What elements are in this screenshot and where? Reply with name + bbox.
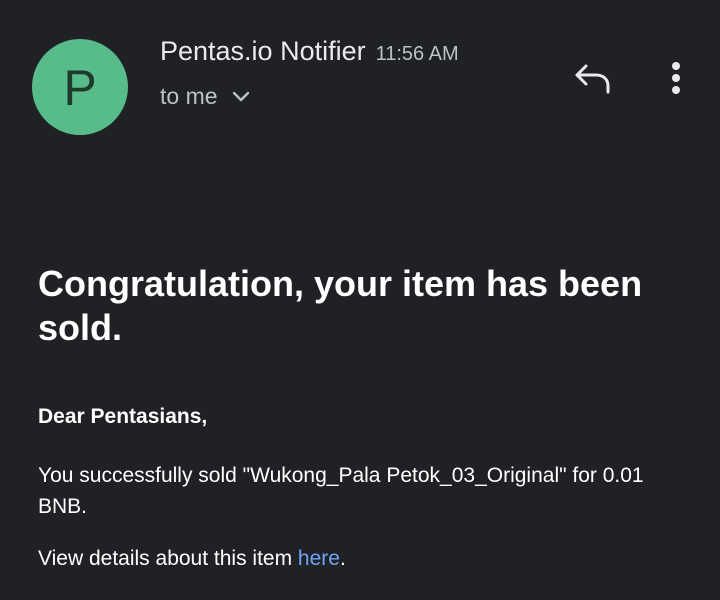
- details-suffix: .: [339, 547, 346, 570]
- avatar-letter: P: [63, 60, 97, 116]
- recipient-details-toggle[interactable]: to me: [160, 83, 250, 110]
- chevron-down-icon[interactable]: [232, 91, 250, 103]
- email-view: P Pentas.io Notifier 11:56 AM to me Cong…: [0, 0, 720, 600]
- more-options-button[interactable]: [656, 58, 696, 102]
- sender-avatar[interactable]: P: [32, 39, 128, 135]
- email-headline: Congratulation, your item has been sold.: [38, 263, 643, 348]
- sender-line: Pentas.io Notifier 11:56 AM: [160, 36, 459, 67]
- details-line: View details about this item here.: [38, 543, 346, 574]
- reply-button[interactable]: [568, 58, 616, 102]
- more-vert-icon: [670, 60, 682, 101]
- reply-icon: [572, 62, 612, 99]
- email-message: You successfully sold "Wukong_Pala Petok…: [38, 464, 644, 518]
- email-greeting: Dear Pentasians,: [38, 405, 208, 428]
- details-prefix: View details about this item: [38, 547, 298, 570]
- sender-name[interactable]: Pentas.io Notifier: [160, 36, 366, 67]
- recipient-label: to me: [160, 83, 218, 109]
- details-link[interactable]: here: [298, 547, 340, 570]
- sent-time: 11:56 AM: [375, 43, 459, 65]
